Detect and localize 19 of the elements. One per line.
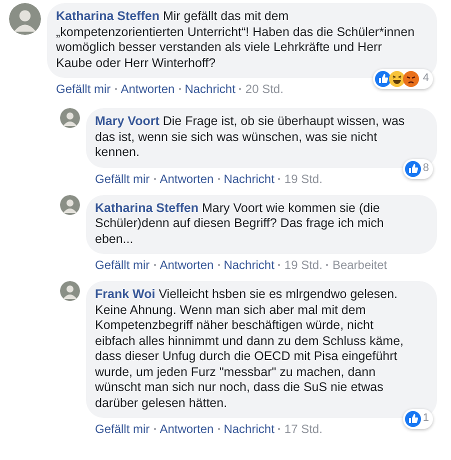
reaction-count: 4 [422, 71, 429, 86]
action-link[interactable]: Nachricht [184, 82, 236, 96]
comment-text: Katharina Steffen Mir gefällt das mit dem „kompetenzorientierten Unterricht“! Haben das die Schüler*innen womöglich besser verstanden als viele Lehrkräfte und Herr Kaube oder Herr Winterhoff? [56, 9, 415, 70]
comment-text: Katharina Steffen Mary Voort wie kommen sie (die Schüler)denn auf diesen Begriff? Das frage ich mich eben... [95, 200, 384, 246]
action-link[interactable]: Antworten [120, 82, 175, 96]
action-link[interactable]: Nachricht [224, 172, 274, 186]
action-link[interactable]: Gefällt mir [95, 422, 150, 436]
action-link[interactable]: Antworten [160, 172, 214, 186]
action-link[interactable]: Gefällt mir [95, 258, 150, 272]
comment-text: Mary Voort Die Frage ist, ob sie überhaupt wissen, was das ist, wenn sie sich was wünschen, was sie nicht kennen. [95, 114, 405, 159]
comment-text: Frank Woi Vielleicht hsben sie es mlrgendwo gelesen. Keine Ahnung. Wenn man sich aber mal mit dem Kompetenzbegriff näher beschäftigen würde, nicht eibfach alles hinnimmt und dann zu dem Schluss käme, dass dieser Unfug durch die OECD mit Pisa eingeführt wurde, um jeden Furz "messbar" zu machen, dann wünscht man sich nur noch, dass die SuS nie etwas darüber gelesen hätten. [95, 287, 404, 410]
action-link[interactable]: Antworten [160, 422, 214, 436]
action-link[interactable]: Antworten [160, 258, 214, 272]
reaction-count: 1 [422, 411, 429, 426]
action-link[interactable]: Gefällt mir [56, 82, 111, 96]
action-link[interactable]: Gefällt mir [95, 172, 150, 186]
action-link[interactable]: Nachricht [224, 258, 274, 272]
reaction-count: 8 [422, 160, 429, 176]
action-link[interactable]: Nachricht [224, 422, 274, 436]
